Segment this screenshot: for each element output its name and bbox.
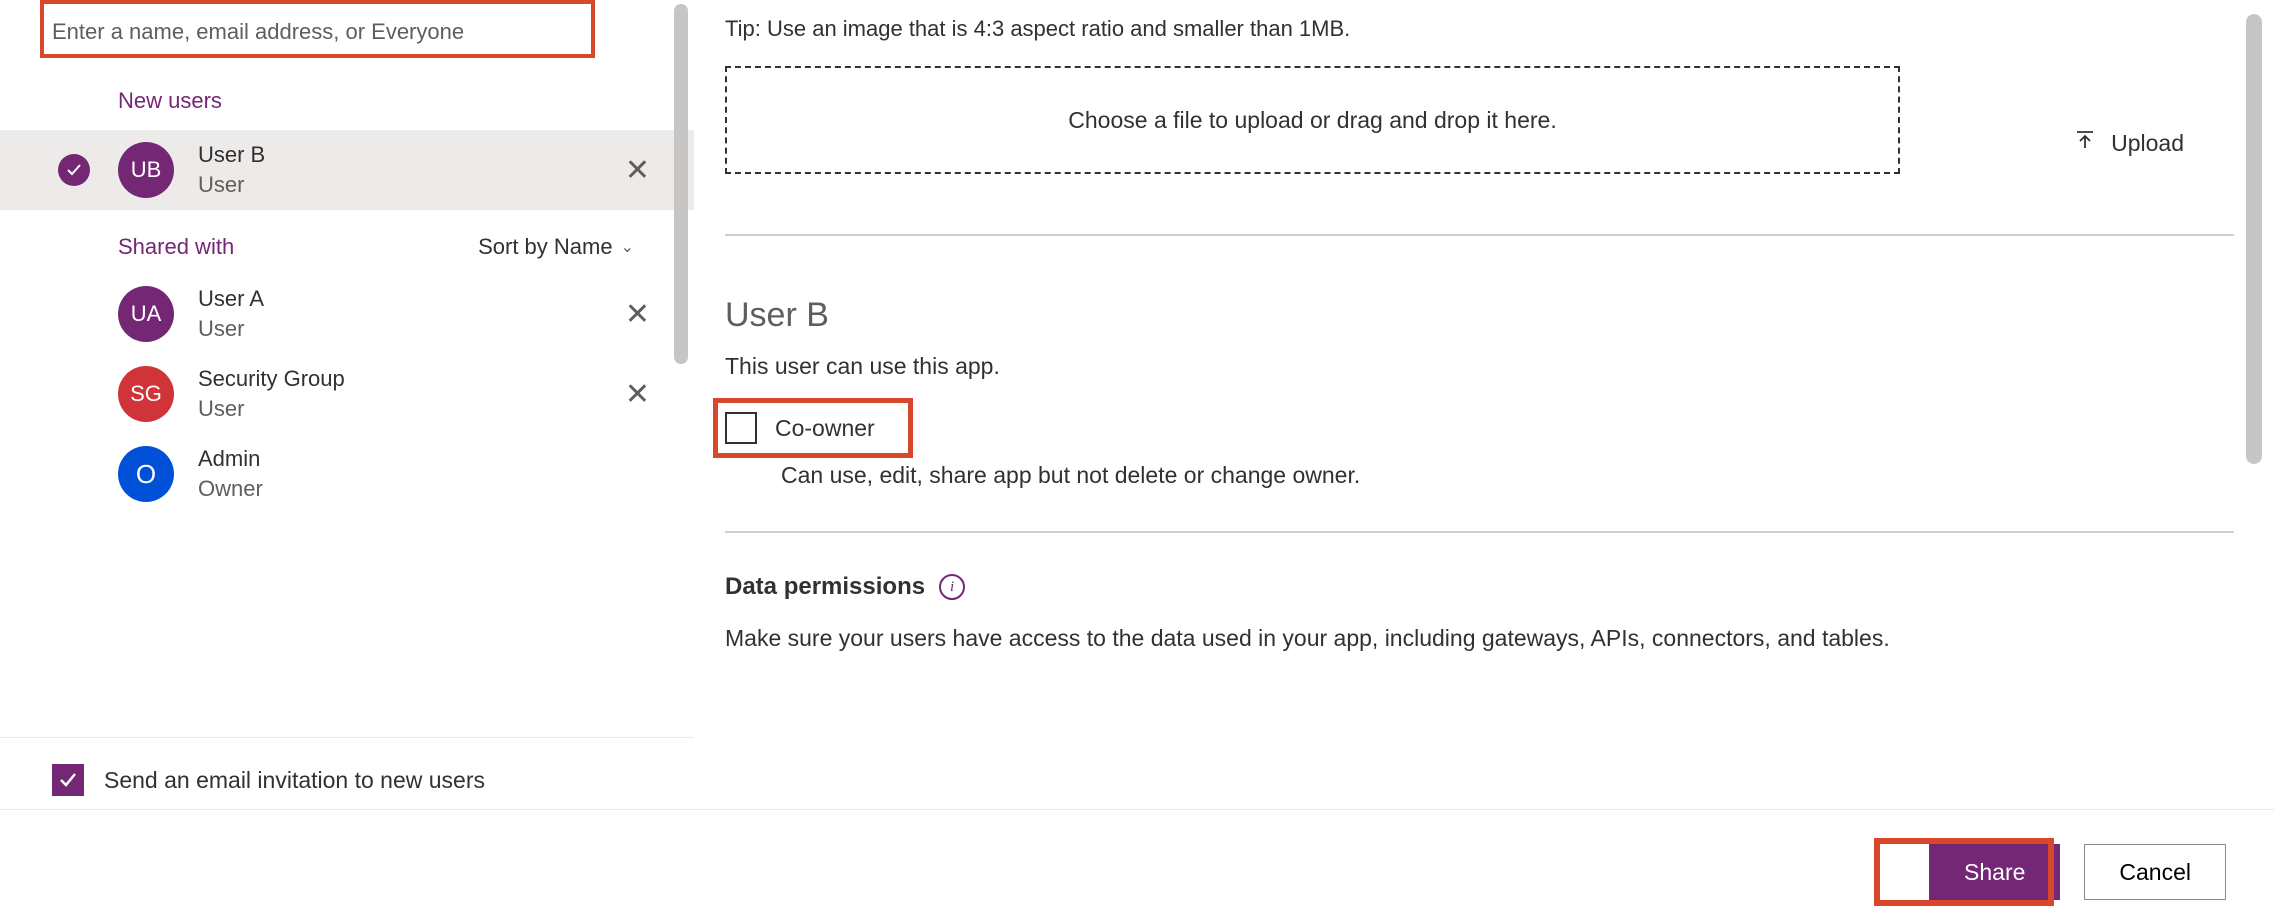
detail-user-title: User B	[725, 296, 2234, 335]
user-name: User A	[198, 286, 605, 312]
dropzone-label: Choose a file to upload or drag and drop…	[1068, 107, 1556, 134]
shared-user-row[interactable]: UA User A User ✕	[0, 274, 694, 354]
email-invite-label: Send an email invitation to new users	[104, 767, 485, 794]
detail-user-subtitle: This user can use this app.	[725, 353, 2234, 380]
avatar: UB	[118, 142, 174, 198]
divider	[725, 531, 2234, 533]
user-name: Admin	[198, 446, 670, 472]
upload-label: Upload	[2111, 130, 2184, 157]
share-search-input[interactable]	[40, 6, 595, 58]
scrollbar[interactable]	[674, 4, 688, 364]
user-role: User	[198, 316, 605, 342]
user-role: User	[198, 396, 605, 422]
user-name: User B	[198, 142, 605, 168]
remove-user-icon[interactable]: ✕	[605, 153, 670, 188]
user-name: Security Group	[198, 366, 605, 392]
upload-icon	[2073, 128, 2097, 158]
user-role: Owner	[198, 476, 670, 502]
remove-user-icon[interactable]: ✕	[605, 297, 670, 332]
user-role: User	[198, 172, 605, 198]
email-invite-checkbox[interactable]	[52, 764, 84, 796]
shared-user-row[interactable]: O Admin Owner	[0, 434, 694, 514]
upload-button[interactable]: Upload	[2073, 128, 2184, 158]
data-permissions-desc: Make sure your users have access to the …	[725, 625, 2234, 652]
avatar: O	[118, 446, 174, 502]
data-permissions-title: Data permissions	[725, 573, 925, 601]
divider	[725, 234, 2234, 236]
avatar: UA	[118, 286, 174, 342]
upload-dropzone[interactable]: Choose a file to upload or drag and drop…	[725, 66, 1900, 174]
selected-check-icon	[58, 154, 90, 186]
sort-by-dropdown[interactable]: Sort by Name ⌄	[478, 234, 634, 260]
shared-with-label: Shared with	[118, 234, 234, 260]
scrollbar[interactable]	[2246, 14, 2262, 464]
info-icon[interactable]: i	[939, 574, 965, 600]
sort-by-label: Sort by Name	[478, 234, 613, 260]
cancel-button[interactable]: Cancel	[2084, 844, 2226, 900]
chevron-down-icon: ⌄	[621, 237, 634, 257]
coowner-description: Can use, edit, share app but not delete …	[781, 462, 2234, 489]
new-users-label: New users	[0, 58, 694, 130]
coowner-checkbox[interactable]	[725, 412, 757, 444]
image-tip-text: Tip: Use an image that is 4:3 aspect rat…	[725, 16, 2234, 42]
shared-user-row[interactable]: SG Security Group User ✕	[0, 354, 694, 434]
avatar: SG	[118, 366, 174, 422]
coowner-label: Co-owner	[775, 415, 875, 442]
footer-divider	[0, 809, 2274, 810]
remove-user-icon[interactable]: ✕	[605, 377, 670, 412]
new-user-row[interactable]: UB User B User ✕	[0, 130, 694, 210]
share-button[interactable]: Share	[1929, 844, 2060, 900]
